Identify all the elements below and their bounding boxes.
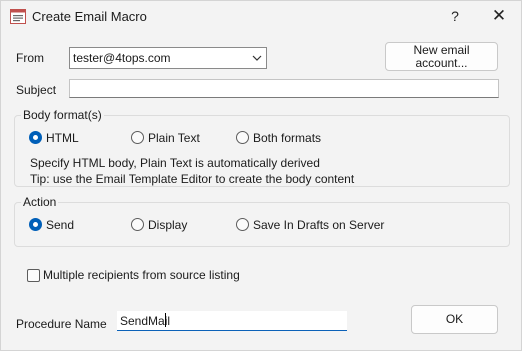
body-format-legend: Body format(s) (21, 108, 104, 122)
close-button[interactable]: ✕ (477, 1, 521, 33)
body-format-tip: Tip: use the Email Template Editor to cr… (30, 172, 355, 186)
html-radio-label[interactable]: HTML (46, 131, 79, 145)
ok-button[interactable]: OK (411, 305, 498, 334)
multiple-recipients-label[interactable]: Multiple recipients from source listing (43, 268, 240, 282)
subject-label: Subject (16, 83, 57, 97)
send-radio-label[interactable]: Send (46, 218, 74, 232)
window-title: Create Email Macro (32, 9, 147, 24)
help-button[interactable]: ? (433, 1, 477, 33)
plain-text-radio-label[interactable]: Plain Text (148, 131, 200, 145)
procedure-name-value: SendMail (120, 314, 171, 328)
chevron-down-icon[interactable] (251, 52, 263, 64)
create-email-macro-dialog: Create Email Macro ? ✕ From tester@4tops… (0, 0, 522, 351)
new-email-account-label-line2: account... (415, 56, 468, 70)
from-label: From (16, 51, 44, 65)
procedure-name-label: Procedure Name (16, 317, 107, 331)
action-legend: Action (21, 195, 59, 209)
text-caret (165, 313, 166, 327)
from-account-value: tester@4tops.com (73, 51, 171, 65)
both-formats-radio-label[interactable]: Both formats (253, 131, 321, 145)
multiple-recipients-checkbox[interactable] (27, 269, 40, 282)
form-icon (10, 9, 26, 24)
title-bar: Create Email Macro ? ✕ (1, 1, 521, 33)
save-in-drafts-radio-label[interactable]: Save In Drafts on Server (253, 218, 384, 232)
plain-text-radio[interactable] (131, 131, 144, 144)
procedure-name-input[interactable]: SendMail (117, 311, 347, 331)
save-in-drafts-radio[interactable] (236, 218, 249, 231)
subject-input[interactable] (69, 79, 499, 98)
display-radio[interactable] (131, 218, 144, 231)
html-radio[interactable] (29, 131, 42, 144)
both-formats-radio[interactable] (236, 131, 249, 144)
new-email-account-button[interactable]: New email account... (385, 42, 498, 71)
display-radio-label[interactable]: Display (148, 218, 187, 232)
send-radio[interactable] (29, 218, 42, 231)
from-account-select[interactable]: tester@4tops.com (69, 47, 267, 69)
body-format-hint: Specify HTML body, Plain Text is automat… (30, 156, 320, 170)
